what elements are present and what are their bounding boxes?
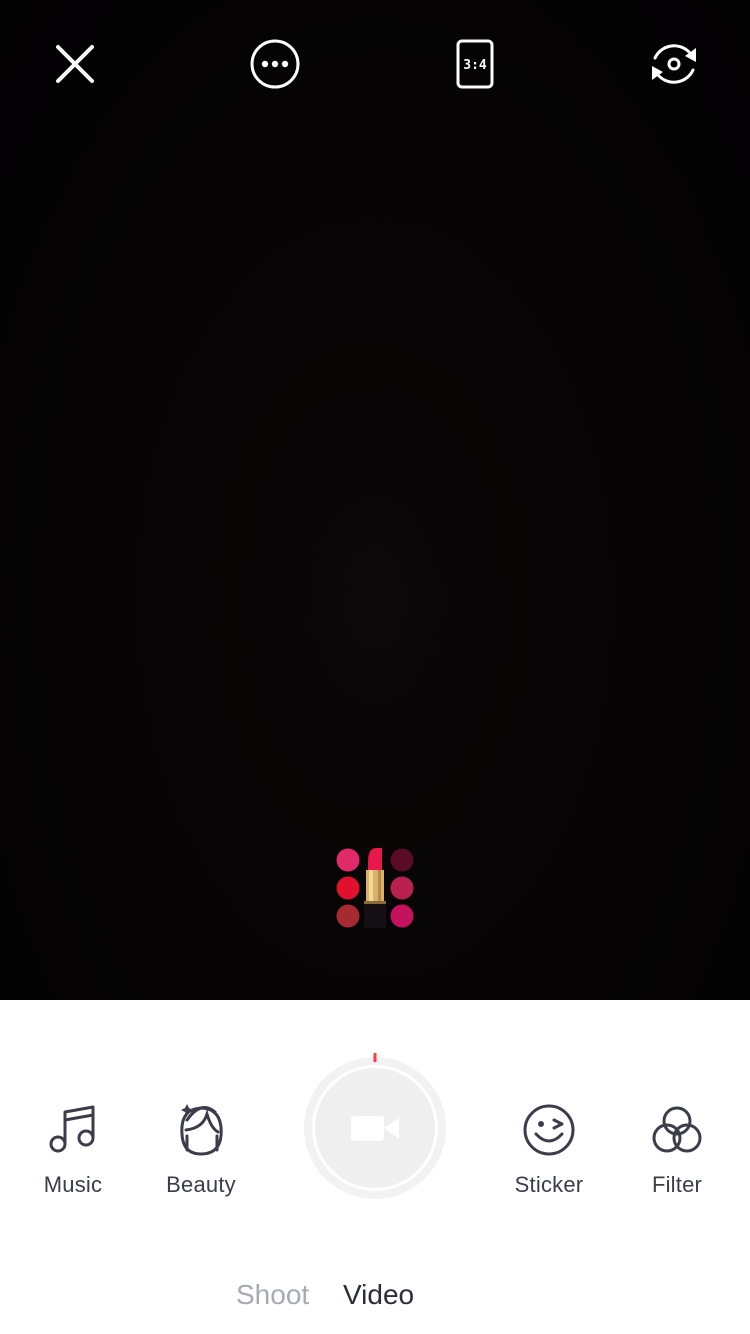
sticker-label: Sticker bbox=[514, 1172, 584, 1197]
camera-screen: 3:4 Music Beauty Sticker Filter Shoot Vi… bbox=[0, 0, 750, 1334]
aspect-ratio-button[interactable]: 3:4 bbox=[449, 38, 501, 90]
music-label: Music bbox=[43, 1172, 103, 1197]
beauty-label: Beauty bbox=[166, 1172, 236, 1197]
music-note-icon bbox=[49, 1105, 95, 1153]
filter-button[interactable]: Filter bbox=[622, 1100, 732, 1198]
aspect-ratio-icon: 3:4 bbox=[456, 39, 494, 89]
record-progress-marker bbox=[373, 1053, 377, 1062]
filter-label: Filter bbox=[651, 1172, 703, 1197]
flip-camera-button[interactable] bbox=[648, 38, 700, 90]
filter-circles-icon bbox=[652, 1106, 702, 1153]
more-options-button[interactable] bbox=[249, 38, 301, 90]
beauty-button[interactable]: Beauty bbox=[146, 1100, 256, 1198]
mode-tab-video[interactable]: Video bbox=[343, 1279, 414, 1311]
more-options-icon bbox=[250, 39, 300, 89]
sticker-smiley-icon bbox=[523, 1104, 575, 1156]
flip-camera-icon bbox=[652, 44, 696, 84]
close-button[interactable] bbox=[49, 38, 101, 90]
bottom-panel: Music Beauty Sticker Filter Shoot Video bbox=[0, 1000, 750, 1334]
aspect-ratio-label: 3:4 bbox=[463, 58, 487, 73]
mode-tab-shoot[interactable]: Shoot bbox=[236, 1279, 309, 1311]
close-icon bbox=[56, 45, 94, 83]
sticker-button[interactable]: Sticker bbox=[494, 1100, 604, 1198]
record-button[interactable] bbox=[300, 1053, 450, 1203]
mode-selector: Shoot Video bbox=[0, 1279, 750, 1319]
camera-viewfinder[interactable]: 3:4 bbox=[0, 0, 750, 1000]
music-button[interactable]: Music bbox=[18, 1100, 128, 1198]
lipstick-palette-icon[interactable] bbox=[334, 846, 416, 930]
beauty-face-icon bbox=[180, 1104, 223, 1156]
